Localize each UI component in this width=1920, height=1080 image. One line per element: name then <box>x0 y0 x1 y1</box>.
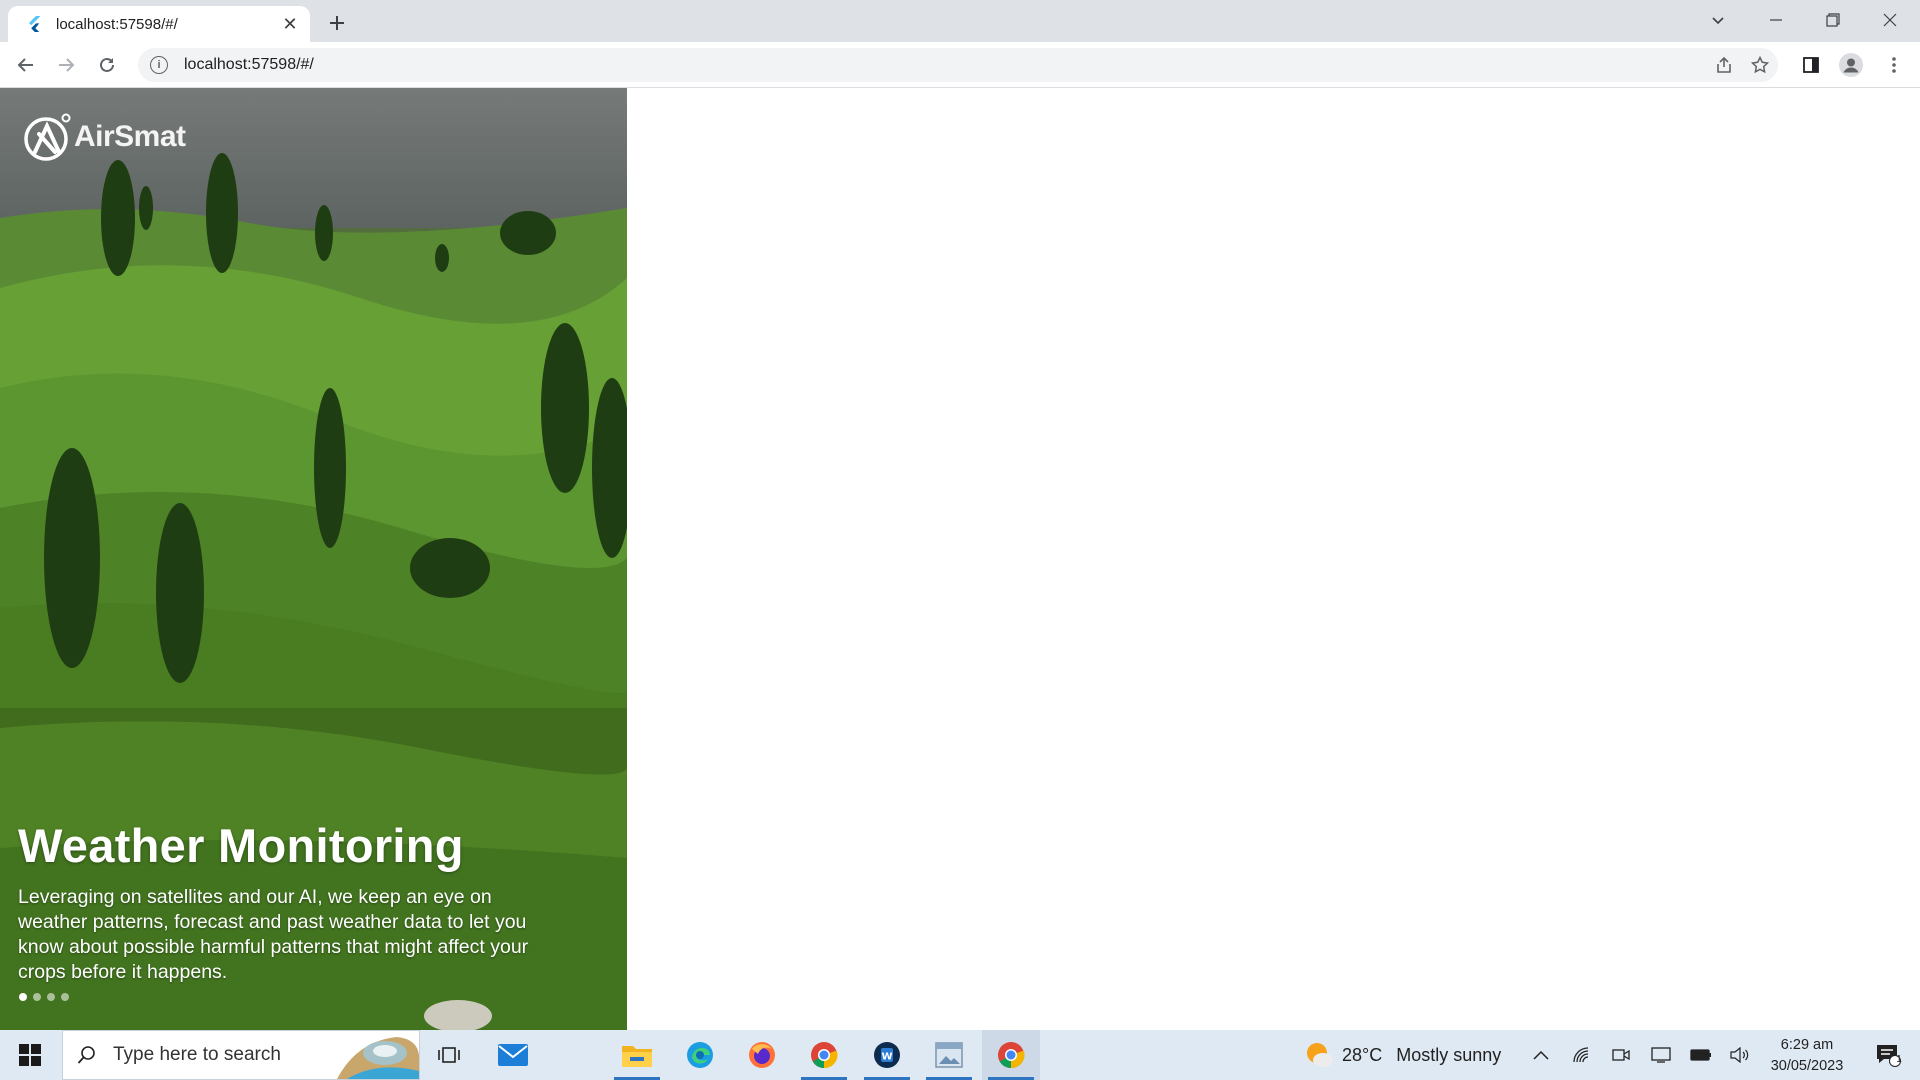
arrow-right-icon <box>59 58 75 72</box>
search-placeholder: Type here to search <box>113 1044 281 1065</box>
task-view-button[interactable] <box>420 1030 478 1080</box>
browser-tab[interactable]: localhost:57598/#/ ✕ <box>8 6 310 42</box>
network-icon[interactable] <box>1566 1030 1598 1080</box>
taskbar-app-firefox[interactable] <box>733 1030 791 1080</box>
taskbar-app-photos[interactable] <box>920 1030 978 1080</box>
site-info-icon[interactable]: i <box>150 56 168 74</box>
arrow-left-icon <box>17 58 33 72</box>
edge-browser-icon <box>687 1042 713 1068</box>
hero-description: Leveraging on satellites and our AI, we … <box>18 886 529 983</box>
side-panel-button[interactable] <box>1795 49 1827 81</box>
reload-icon <box>100 57 114 72</box>
weather-temperature: 28°C <box>1342 1044 1383 1065</box>
carousel-dot-2[interactable] <box>33 993 41 1001</box>
airsmat-logo[interactable]: AirSmat <box>22 112 186 162</box>
word-icon: W <box>874 1042 900 1068</box>
minimize-button[interactable] <box>1748 0 1804 40</box>
side-panel-icon <box>1803 57 1819 73</box>
mail-icon <box>498 1044 528 1066</box>
avatar-icon <box>1839 53 1863 77</box>
start-button[interactable] <box>0 1030 60 1080</box>
folder-icon <box>622 1046 652 1067</box>
bookmark-star-icon[interactable] <box>1742 50 1778 80</box>
carousel-dot-4[interactable] <box>61 993 69 1001</box>
taskbar-app-mail[interactable] <box>484 1030 542 1080</box>
tab-search-button[interactable] <box>1690 0 1746 40</box>
restore-button[interactable] <box>1805 0 1861 40</box>
menu-button[interactable] <box>1878 49 1910 81</box>
battery-icon[interactable] <box>1685 1030 1717 1080</box>
show-hidden-icons-button[interactable] <box>1525 1030 1557 1080</box>
taskbar-app-chrome-active[interactable] <box>982 1030 1040 1080</box>
taskbar-app-word[interactable]: W <box>858 1030 916 1080</box>
chevron-down-icon <box>1712 17 1724 25</box>
plus-icon <box>330 16 344 30</box>
reload-button[interactable] <box>91 49 123 81</box>
firefox-icon <box>749 1042 775 1068</box>
search-icon <box>77 1046 95 1064</box>
carousel-dot-1[interactable] <box>19 993 27 1001</box>
close-window-button[interactable] <box>1862 0 1918 40</box>
taskbar-search[interactable]: Type here to search <box>62 1030 420 1080</box>
carousel-dot-3[interactable] <box>47 993 55 1001</box>
restore-icon <box>1826 13 1840 27</box>
windows-logo-icon <box>19 1044 41 1066</box>
profile-button[interactable] <box>1835 49 1867 81</box>
weather-description: Mostly sunny <box>1396 1044 1502 1065</box>
url-text[interactable]: localhost:57598/#/ <box>184 56 1706 74</box>
kebab-menu-icon <box>1892 57 1896 73</box>
tab-close-icon[interactable]: ✕ <box>280 14 300 34</box>
task-view-icon <box>438 1047 460 1063</box>
address-bar[interactable]: i localhost:57598/#/ <box>138 48 1778 82</box>
chrome-icon <box>811 1042 838 1069</box>
minimize-icon <box>1770 19 1782 21</box>
chrome-icon <box>998 1042 1025 1069</box>
browser-toolbar: i localhost:57598/#/ <box>0 42 1920 88</box>
windows-taskbar: Type here to search W 28°C Mostly sunny <box>0 1030 1920 1080</box>
taskbar-app-chrome[interactable] <box>795 1030 853 1080</box>
carousel-indicator <box>19 993 69 1001</box>
hero-panel: AirSmat Weather Monitoring Leveraging on… <box>0 88 627 1030</box>
search-highlight-illustration <box>337 1037 419 1079</box>
notification-center-button[interactable]: 1 <box>1866 1030 1910 1080</box>
weather-widget[interactable]: 28°C Mostly sunny <box>1304 1030 1501 1080</box>
partly-sunny-icon <box>1307 1043 1333 1067</box>
system-clock[interactable]: 6:29 am 30/05/2023 <box>1768 1035 1846 1077</box>
clock-time: 6:29 am <box>1780 1037 1834 1053</box>
share-icon[interactable] <box>1706 50 1742 80</box>
logo-wordmark: AirSmat <box>74 120 186 153</box>
display-icon[interactable] <box>1645 1030 1677 1080</box>
forward-button[interactable] <box>50 49 82 81</box>
close-icon <box>1883 13 1897 27</box>
tab-title: localhost:57598/#/ <box>56 15 178 33</box>
chevron-up-icon <box>1533 1050 1549 1060</box>
meet-now-icon[interactable] <box>1605 1030 1637 1080</box>
clock-date: 30/05/2023 <box>1770 1058 1844 1074</box>
taskbar-app-edge[interactable] <box>671 1030 729 1080</box>
taskbar-app-file-explorer[interactable] <box>608 1030 666 1080</box>
page-viewport: AirSmat Weather Monitoring Leveraging on… <box>0 88 1920 1030</box>
airsmat-logo-icon <box>24 113 71 161</box>
hero-title: Weather Monitoring <box>18 819 464 872</box>
volume-icon[interactable] <box>1724 1030 1756 1080</box>
back-button[interactable] <box>10 49 42 81</box>
flutter-favicon-icon <box>26 16 42 32</box>
svg-text:W: W <box>881 1052 892 1063</box>
image-viewer-icon <box>935 1042 963 1068</box>
new-tab-button[interactable] <box>322 8 352 38</box>
browser-tab-strip: localhost:57598/#/ ✕ <box>0 0 1920 42</box>
notification-count: 1 <box>1896 1054 1902 1065</box>
